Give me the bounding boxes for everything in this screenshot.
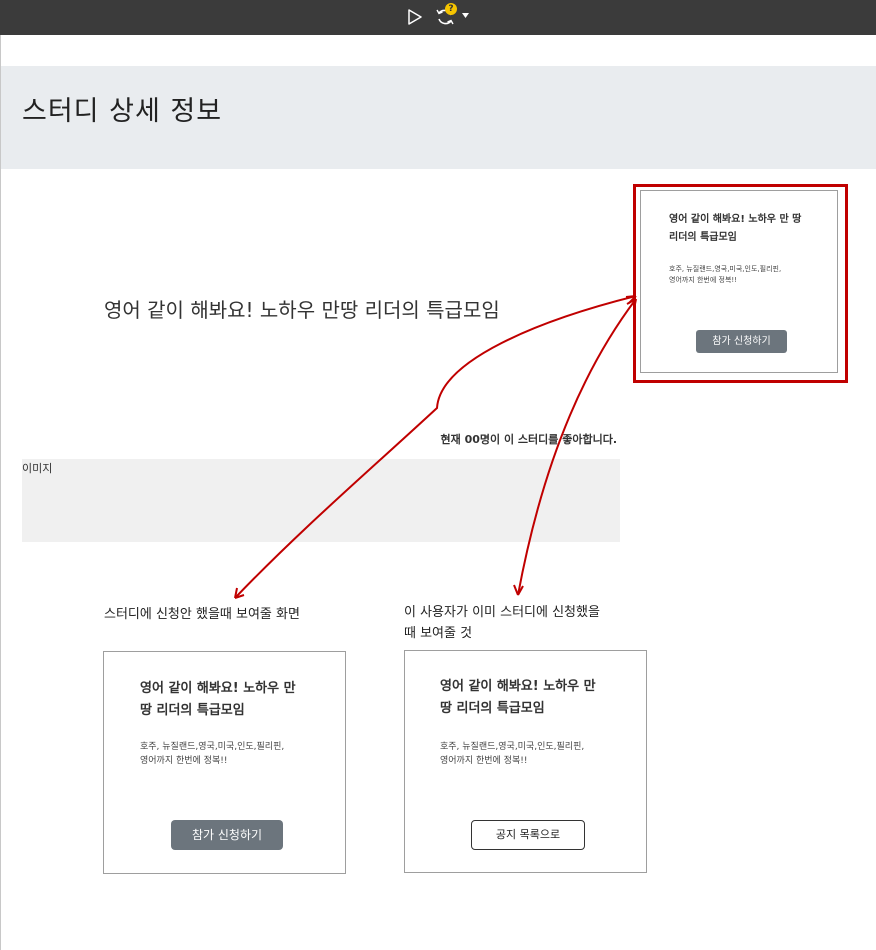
card-applied: 영어 같이 해봐요! 노하우 만 땅 리더의 특급모임 호주, 뉴질랜드,영국,… bbox=[404, 650, 647, 873]
caption-applied-line1: 이 사용자가 이미 스터디에 신청했을 bbox=[404, 605, 600, 620]
card-title-line1: 영어 같이 해봐요! 노하우 만 bbox=[440, 679, 596, 694]
card-title-line2: 땅 리더의 특급모임 bbox=[440, 701, 545, 716]
card-title-line2: 땅 리더의 특급모임 bbox=[140, 703, 245, 718]
play-icon[interactable] bbox=[408, 9, 422, 25]
top-toolbar: ? bbox=[0, 0, 876, 35]
card-desc-line2: 영어까지 한번에 정복!! bbox=[140, 756, 228, 766]
apply-button[interactable]: 참가 신청하기 bbox=[171, 820, 283, 850]
highlight-frame bbox=[633, 184, 848, 383]
card-not-applied: 영어 같이 해봐요! 노하우 만 땅 리더의 특급모임 호주, 뉴질랜드,영국,… bbox=[103, 651, 346, 874]
arrow-head-not-applied bbox=[234, 587, 245, 599]
card-desc-line1: 호주, 뉴질랜드,영국,미국,인도,필리핀, bbox=[440, 742, 585, 752]
study-title: 영어 같이 해봐요! 노하우 만땅 리더의 특급모임 bbox=[104, 298, 500, 322]
card-desc-line2: 영어까지 한번에 정복!! bbox=[440, 756, 528, 766]
arrow-head-applied bbox=[513, 584, 524, 596]
card-desc-line1: 호주, 뉴질랜드,영국,미국,인도,필리핀, bbox=[140, 742, 285, 752]
arrow-to-applied bbox=[517, 298, 637, 596]
help-badge[interactable]: ? bbox=[445, 3, 457, 15]
chevron-down-icon[interactable] bbox=[462, 13, 469, 18]
card-title-line1: 영어 같이 해봐요! 노하우 만 bbox=[140, 681, 296, 696]
caption-not-applied: 스터디에 신청안 했을때 보여줄 화면 bbox=[104, 607, 300, 622]
caption-applied-line2: 때 보여줄 것 bbox=[404, 626, 473, 641]
likes-count-text: 현재 00명이 이 스터디를 좋아합니다. bbox=[440, 433, 617, 446]
page-title: 스터디 상세 정보 bbox=[22, 96, 223, 127]
page-border bbox=[0, 35, 1, 950]
image-label: 이미지 bbox=[22, 462, 53, 475]
notice-list-button[interactable]: 공지 목록으로 bbox=[471, 820, 585, 850]
arrow-to-not-applied bbox=[234, 295, 637, 599]
study-image-placeholder: 이미지 bbox=[22, 459, 620, 542]
